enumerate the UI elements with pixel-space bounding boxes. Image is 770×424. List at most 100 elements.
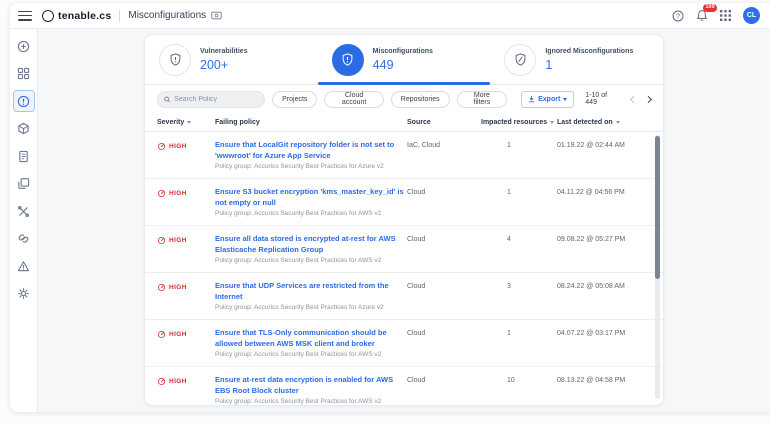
sidebar-item-integrations-link[interactable] [13, 228, 35, 250]
policy-group-text: Policy group: Accurics Security Best Pra… [215, 351, 407, 358]
failing-policy-link[interactable]: Ensure that LocalGit repository folder i… [215, 140, 407, 161]
chevron-down-icon [563, 98, 567, 101]
table-row[interactable]: HIGH Ensure that TLS-Only communication … [145, 320, 663, 367]
column-severity[interactable]: Severity [157, 119, 215, 126]
impacted-resources-cell: 10 [481, 375, 557, 405]
failing-policy-link[interactable]: Ensure that UDP Services are restricted … [215, 281, 407, 302]
impacted-resources-cell: 4 [481, 234, 557, 264]
sidebar-item-findings[interactable] [13, 90, 35, 112]
filter-chip[interactable]: More filters [457, 91, 507, 108]
table-row[interactable]: HIGH Ensure all data stored is encrypted… [145, 226, 663, 273]
sidebar-item-settings[interactable] [13, 283, 35, 305]
tenable-logo[interactable]: tenable.cs [42, 10, 111, 22]
severity-cell: HIGH [157, 187, 215, 217]
severity-cell: HIGH [157, 328, 215, 358]
policy-cell: Ensure that TLS-Only communication shoul… [215, 328, 407, 358]
tab-vulnerabilities[interactable]: Vulnerabilities 200+ [145, 35, 318, 84]
export-label: Export [538, 96, 560, 103]
table-row[interactable]: HIGH Ensure that LocalGit repository fol… [145, 132, 663, 179]
sort-icon [550, 121, 554, 124]
column-impacted-resources[interactable]: Impacted resources [481, 119, 557, 126]
tab-count: 200+ [200, 58, 248, 72]
column-last-detected[interactable]: Last detected on [557, 119, 647, 126]
impacted-resources-cell: 1 [481, 140, 557, 170]
policy-cell: Ensure S3 bucket encryption 'kms_master_… [215, 187, 407, 217]
filter-chip[interactable]: Projects [272, 91, 317, 108]
sidebar-item-resources[interactable] [13, 173, 35, 195]
sidebar-item-add[interactable] [13, 35, 35, 57]
top-header: tenable.cs Misconfigurations ? 199 CL [10, 3, 770, 29]
sidebar-item-reports[interactable] [13, 145, 35, 167]
notifications-bell-icon[interactable]: 199 [696, 9, 708, 22]
impacted-resources-cell: 1 [481, 328, 557, 358]
user-avatar[interactable]: CL [743, 7, 760, 24]
tab-ignored-misconfigurations[interactable]: Ignored Misconfigurations 1 [490, 35, 663, 84]
source-cell: Cloud [407, 187, 481, 217]
pagination-prev-icon[interactable] [630, 96, 637, 103]
misconfigurations-shield-icon [332, 44, 364, 76]
hamburger-menu-icon[interactable] [18, 11, 32, 21]
apps-grid-icon[interactable] [720, 10, 731, 21]
policy-cell: Ensure all data stored is encrypted at-r… [215, 234, 407, 264]
severity-label: HIGH [169, 377, 187, 385]
summary-tabs: Vulnerabilities 200+ Misconfigurations 4… [145, 35, 663, 85]
source-cell: IaC, Cloud [407, 140, 481, 170]
severity-cell: HIGH [157, 234, 215, 264]
search-policy-input[interactable] [174, 96, 258, 103]
table-scrollbar[interactable] [655, 135, 660, 399]
severity-gauge-icon [157, 189, 166, 198]
policy-group-text: Policy group: Accurics Security Best Pra… [215, 257, 407, 264]
failing-policy-link[interactable]: Ensure S3 bucket encryption 'kms_master_… [215, 187, 407, 208]
save-view-icon[interactable] [211, 11, 222, 20]
sidebar-item-alerts[interactable] [13, 255, 35, 277]
severity-gauge-icon [157, 377, 166, 386]
main-content: Vulnerabilities 200+ Misconfigurations 4… [38, 29, 770, 412]
severity-label: HIGH [169, 330, 187, 338]
filter-chip[interactable]: Repositories [391, 91, 450, 108]
sidebar-item-dashboard[interactable] [13, 63, 35, 85]
failing-policy-link[interactable]: Ensure that TLS-Only communication shoul… [215, 328, 407, 349]
impacted-resources-cell: 3 [481, 281, 557, 311]
left-sidebar [10, 29, 38, 412]
policy-group-text: Policy group: Accurics Security Best Pra… [215, 398, 407, 405]
tab-label: Vulnerabilities [200, 48, 248, 55]
misconfigurations-card: Vulnerabilities 200+ Misconfigurations 4… [144, 34, 664, 406]
tab-count: 1 [545, 58, 633, 72]
table-row[interactable]: HIGH Ensure S3 bucket encryption 'kms_ma… [145, 179, 663, 226]
severity-label: HIGH [169, 189, 187, 197]
source-cell: Cloud [407, 281, 481, 311]
policy-cell: Ensure that LocalGit repository folder i… [215, 140, 407, 170]
search-policy-box[interactable] [157, 91, 265, 108]
last-detected-cell: 04.11.22 @ 04:56 PM [557, 187, 647, 217]
policy-cell: Ensure that UDP Services are restricted … [215, 281, 407, 311]
source-cell: Cloud [407, 375, 481, 405]
table-row[interactable]: HIGH Ensure that UDP Services are restri… [145, 273, 663, 320]
severity-gauge-icon [157, 283, 166, 292]
failing-policy-link[interactable]: Ensure at-rest data encryption is enable… [215, 375, 407, 396]
column-failing-policy: Failing policy [215, 119, 407, 126]
severity-cell: HIGH [157, 140, 215, 170]
filter-chips: Projects Cloud account Repositories More fi… [272, 91, 507, 108]
pagination-next-icon[interactable] [645, 96, 652, 103]
table-body: HIGH Ensure that LocalGit repository fol… [145, 132, 663, 406]
last-detected-cell: 01.19.22 @ 02:44 AM [557, 140, 647, 170]
help-icon[interactable]: ? [672, 10, 684, 22]
failing-policy-link[interactable]: Ensure all data stored is encrypted at-r… [215, 234, 407, 255]
sidebar-item-tools[interactable] [13, 200, 35, 222]
tab-label: Misconfigurations [373, 48, 433, 55]
export-button[interactable]: Export [521, 91, 574, 108]
table-row[interactable]: HIGH Ensure at-rest data encryption is e… [145, 367, 663, 406]
header-divider [119, 10, 120, 22]
filter-chip[interactable]: Cloud account [324, 91, 383, 108]
notification-badge: 199 [703, 4, 717, 12]
download-icon [528, 95, 535, 103]
severity-label: HIGH [169, 283, 187, 291]
source-cell: Cloud [407, 234, 481, 264]
svg-text:?: ? [676, 13, 680, 20]
scrollbar-thumb[interactable] [655, 136, 660, 279]
policy-cell: Ensure at-rest data encryption is enable… [215, 375, 407, 405]
search-icon [164, 96, 170, 103]
sidebar-item-projects[interactable] [13, 118, 35, 140]
policy-group-text: Policy group: Accurics Security Best Pra… [215, 304, 407, 311]
tab-misconfigurations[interactable]: Misconfigurations 449 [318, 35, 491, 84]
